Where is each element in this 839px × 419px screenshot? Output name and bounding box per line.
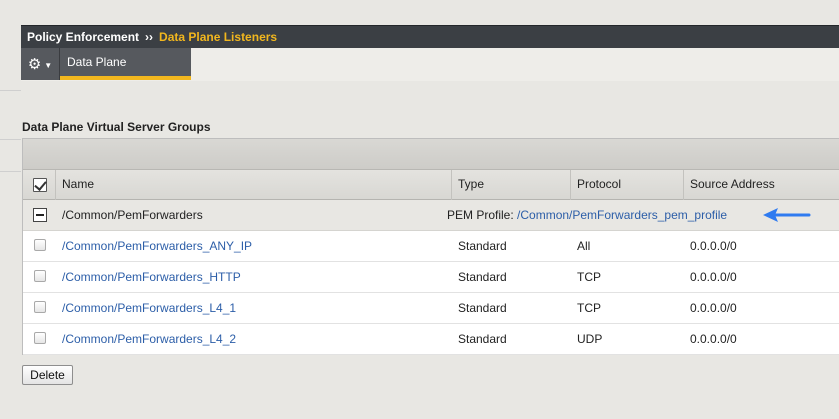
row-type: Standard — [458, 301, 507, 315]
breadcrumb-current: Data Plane Listeners — [159, 30, 278, 44]
gear-menu-button[interactable]: ⚙ ▼ — [21, 48, 60, 80]
divider — [0, 90, 21, 91]
row-protocol: TCP — [577, 301, 601, 315]
row-protocol: All — [577, 239, 591, 253]
divider — [0, 171, 21, 172]
group-row: /Common/PemForwarders PEM Profile: /Comm… — [23, 200, 839, 231]
row-protocol: TCP — [577, 270, 601, 284]
breadcrumb-separator: ›› — [145, 30, 154, 44]
table-row: /Common/PemForwarders_HTTP Standard TCP … — [23, 262, 839, 293]
breadcrumb-parent[interactable]: Policy Enforcement — [27, 30, 139, 44]
table-row: /Common/PemForwarders_L4_1 Standard TCP … — [23, 293, 839, 324]
row-source-address: 0.0.0.0/0 — [690, 332, 737, 346]
tab-bar: ⚙ ▼ Data Plane — [21, 48, 839, 81]
row-checkbox[interactable] — [34, 270, 46, 282]
column-header-type[interactable]: Type — [452, 170, 571, 200]
column-header-source-address[interactable]: Source Address — [684, 170, 839, 200]
row-type: Standard — [458, 332, 507, 346]
table-toolbar — [23, 139, 839, 170]
row-type: Standard — [458, 270, 507, 284]
row-source-address: 0.0.0.0/0 — [690, 270, 737, 284]
chevron-down-icon: ▼ — [44, 60, 53, 70]
group-name: /Common/PemForwarders — [62, 208, 203, 222]
tab-data-plane[interactable]: Data Plane — [60, 48, 191, 80]
virtual-server-groups-table: Name Type Protocol Source Address /Commo… — [22, 138, 839, 355]
profile-link[interactable]: /Common/PemForwarders_pem_profile — [517, 208, 727, 222]
group-profile: PEM Profile: /Common/PemForwarders_pem_p… — [441, 200, 727, 230]
row-name-link[interactable]: /Common/PemForwarders_L4_1 — [56, 293, 236, 323]
breadcrumb: Policy Enforcement ›› Data Plane Listeners — [21, 25, 839, 48]
row-source-address: 0.0.0.0/0 — [690, 239, 737, 253]
table-row: /Common/PemForwarders_ANY_IP Standard Al… — [23, 231, 839, 262]
profile-label: PEM Profile: — [447, 208, 514, 222]
row-checkbox[interactable] — [34, 301, 46, 313]
delete-button[interactable]: Delete — [22, 365, 73, 385]
select-all-column — [23, 170, 56, 200]
table-row: /Common/PemForwarders_L4_2 Standard UDP … — [23, 324, 839, 355]
gear-icon: ⚙ — [27, 56, 42, 73]
table-header: Name Type Protocol Source Address — [23, 170, 839, 200]
column-header-protocol[interactable]: Protocol — [571, 170, 684, 200]
divider — [0, 139, 21, 140]
section-title: Data Plane Virtual Server Groups — [22, 120, 211, 134]
row-name-link[interactable]: /Common/PemForwarders_HTTP — [56, 262, 241, 292]
row-checkbox[interactable] — [34, 332, 46, 344]
row-name-link[interactable]: /Common/PemForwarders_L4_2 — [56, 324, 236, 354]
row-source-address: 0.0.0.0/0 — [690, 301, 737, 315]
collapse-group-toggle[interactable] — [33, 208, 47, 222]
column-header-name[interactable]: Name — [56, 170, 452, 200]
row-type: Standard — [458, 239, 507, 253]
row-checkbox[interactable] — [34, 239, 46, 251]
row-name-link[interactable]: /Common/PemForwarders_ANY_IP — [56, 231, 252, 261]
select-all-checkbox[interactable] — [33, 178, 47, 192]
left-margin — [0, 0, 21, 419]
row-protocol: UDP — [577, 332, 603, 346]
annotation-arrow-icon — [763, 208, 811, 222]
